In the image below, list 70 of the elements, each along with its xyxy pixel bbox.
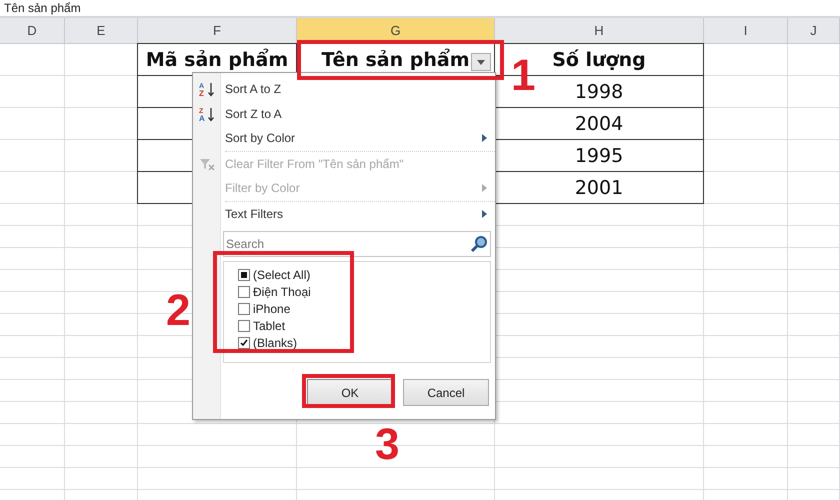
empty-cell	[0, 172, 65, 204]
search-icon	[470, 235, 488, 253]
empty-cell	[788, 424, 840, 446]
empty-cell	[788, 44, 840, 76]
empty-cell	[0, 76, 65, 108]
value-item[interactable]: Điện Thoại	[238, 283, 490, 300]
column-header[interactable]: E	[65, 18, 138, 44]
menu-item[interactable]: Sort by Color	[193, 126, 495, 150]
empty-cell	[788, 292, 840, 314]
empty-cell	[788, 270, 840, 292]
dropdown-arrow-icon	[477, 60, 485, 64]
header-text: Số lượng	[552, 48, 646, 70]
empty-cell	[0, 446, 65, 468]
column-header[interactable]: I	[704, 18, 788, 44]
empty-cell	[0, 226, 65, 248]
header-text: Tên sản phẩm	[321, 48, 470, 70]
empty-cell	[0, 204, 65, 226]
menu-item[interactable]: Text Filters	[193, 202, 495, 226]
column-header[interactable]: D	[0, 18, 65, 44]
table-cell: 2001	[494, 171, 704, 204]
column-header[interactable]: F	[138, 18, 297, 44]
submenu-arrow-icon	[482, 210, 487, 218]
empty-cell	[788, 140, 840, 172]
empty-cell	[788, 402, 840, 424]
empty-cell	[0, 402, 65, 424]
empty-cell	[788, 336, 840, 358]
value-item[interactable]: Tablet	[238, 317, 490, 334]
empty-cell	[0, 314, 65, 336]
empty-cell	[788, 226, 840, 248]
step-number: 2	[166, 289, 190, 333]
search-field[interactable]: Search	[223, 231, 491, 257]
empty-cell	[0, 292, 65, 314]
empty-cell	[0, 108, 65, 140]
column-header[interactable]: H	[495, 18, 704, 44]
empty-cell	[0, 44, 65, 76]
submenu-arrow-icon	[482, 134, 487, 142]
empty-cell	[788, 172, 840, 204]
header-text: Mã sản phẩm	[146, 48, 288, 70]
empty-cell	[0, 248, 65, 270]
empty-cell	[788, 380, 840, 402]
empty-cell	[0, 140, 65, 172]
empty-cell	[788, 204, 840, 226]
value-item[interactable]: (Blanks)	[238, 334, 490, 351]
checkbox[interactable]	[238, 320, 250, 332]
filter-dropdown-button[interactable]	[471, 53, 491, 71]
empty-cell	[0, 336, 65, 358]
empty-cell	[788, 76, 840, 108]
checkbox[interactable]	[238, 268, 250, 280]
empty-cell	[788, 468, 840, 490]
empty-cell	[788, 314, 840, 336]
empty-cell	[0, 270, 65, 292]
empty-cell	[788, 358, 840, 380]
submenu-arrow-icon	[482, 184, 487, 192]
checkbox[interactable]	[238, 302, 250, 314]
empty-cell	[0, 380, 65, 402]
checkbox[interactable]	[238, 286, 250, 298]
empty-cell	[0, 424, 65, 446]
empty-cell	[0, 358, 65, 380]
value-item[interactable]: (Select All)	[238, 266, 490, 283]
empty-cell	[788, 248, 840, 270]
column-header[interactable]: J	[788, 18, 840, 44]
checkbox[interactable]	[238, 336, 250, 348]
formula-text: Tên sản phẩm	[4, 1, 81, 15]
empty-cell	[788, 446, 840, 468]
empty-cell	[788, 108, 840, 140]
step-number: 3	[375, 423, 400, 467]
cancel-button[interactable]: Cancel	[403, 379, 489, 406]
value-item[interactable]: iPhone	[238, 300, 490, 317]
empty-cell	[0, 468, 65, 490]
ok-button[interactable]: OK	[307, 379, 393, 406]
